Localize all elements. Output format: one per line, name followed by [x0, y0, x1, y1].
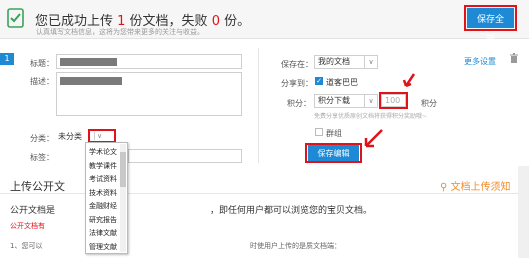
title-label: 标题：: [30, 59, 54, 68]
group-label: 群组: [326, 129, 342, 138]
public-doc-red-text: 公开文档有: [10, 222, 45, 230]
redacted-title: [60, 58, 117, 66]
dropdown-option[interactable]: 管理文献: [89, 242, 117, 252]
public-doc-small-text: 1、您可以: [10, 242, 43, 250]
dropdown-option[interactable]: 法律文献: [89, 228, 117, 238]
chevron-down-icon: ∨: [364, 56, 377, 68]
location-pin-icon: ⚲: [440, 182, 451, 193]
group-checkbox[interactable]: [315, 128, 323, 136]
upload-notice-link[interactable]: ⚲ 文档上传须知: [440, 178, 511, 193]
more-settings-link[interactable]: 更多设置: [464, 56, 496, 67]
save-to-select[interactable]: 我的文档 ∨: [314, 55, 378, 69]
points-unit: 积分: [421, 99, 437, 108]
title-input[interactable]: [56, 54, 242, 69]
public-doc-small-text-continued: 时使用户上传的是质文档端：: [250, 242, 341, 250]
description-label: 描述：: [30, 77, 54, 86]
dropdown-option[interactable]: 技术资料: [89, 188, 117, 198]
dropdown-option[interactable]: 研究报告: [89, 215, 117, 225]
category-dropdown[interactable]: 学术论文教学课件考试资料技术资料金融财经研究报告法律文献管理文献: [85, 142, 128, 254]
description-input[interactable]: [56, 72, 242, 116]
points-mode-select[interactable]: 积分下载 ∨: [314, 94, 378, 108]
section-separator: [0, 193, 529, 194]
share-to-value: 道客巴巴: [326, 78, 358, 87]
card-divider: [258, 48, 259, 163]
tags-label: 标签：: [30, 153, 54, 162]
save-all-button[interactable]: 保存全部: [467, 8, 514, 44]
category-value: 未分类: [58, 132, 82, 141]
item-index-badge: 1: [0, 53, 14, 65]
save-to-label: 保存在：: [281, 60, 313, 69]
chevron-down-icon[interactable]: ∨: [94, 132, 107, 140]
points-mode-value: 积分下载: [318, 96, 350, 105]
public-doc-text: 公开文档是: [10, 206, 56, 216]
dropdown-scroll-thumb[interactable]: [120, 152, 126, 187]
save-edit-button[interactable]: 保存编辑: [308, 145, 359, 161]
dropdown-option[interactable]: 学术论文: [89, 147, 117, 157]
points-label: 积分：: [287, 99, 311, 108]
save-to-value: 我的文档: [318, 57, 350, 66]
category-label: 分类：: [30, 134, 54, 143]
document-check-icon: [7, 8, 24, 28]
tags-input[interactable]: [128, 149, 242, 163]
dropdown-option[interactable]: 教学课件: [89, 161, 117, 171]
dropdown-option[interactable]: 金融财经: [89, 201, 117, 211]
points-hint: 免费分享优质原创文档将获得积分奖励哦~: [314, 113, 428, 120]
redacted-description: [60, 77, 122, 85]
fail-count: 0: [211, 14, 220, 29]
share-to-label: 分享到：: [281, 79, 313, 88]
category-select[interactable]: 未分类 ∨: [56, 129, 116, 143]
dropdown-option[interactable]: 考试资料: [89, 174, 117, 184]
upload-result-subtitle: 认真填写文档信息，这将为您带来更多的关注与收益。: [36, 28, 204, 36]
chevron-down-icon: ∨: [364, 95, 377, 107]
arrow-indicator: [402, 73, 416, 88]
trash-icon[interactable]: [509, 53, 519, 64]
public-doc-text-continued: ，即任何用户都可以浏览您的宝贝文档。: [210, 206, 373, 216]
share-checkbox[interactable]: ✓: [315, 77, 323, 85]
page-scrollbar[interactable]: [518, 166, 529, 258]
public-upload-title: 上传公开文: [10, 180, 65, 193]
arrow-indicator: [364, 129, 383, 148]
